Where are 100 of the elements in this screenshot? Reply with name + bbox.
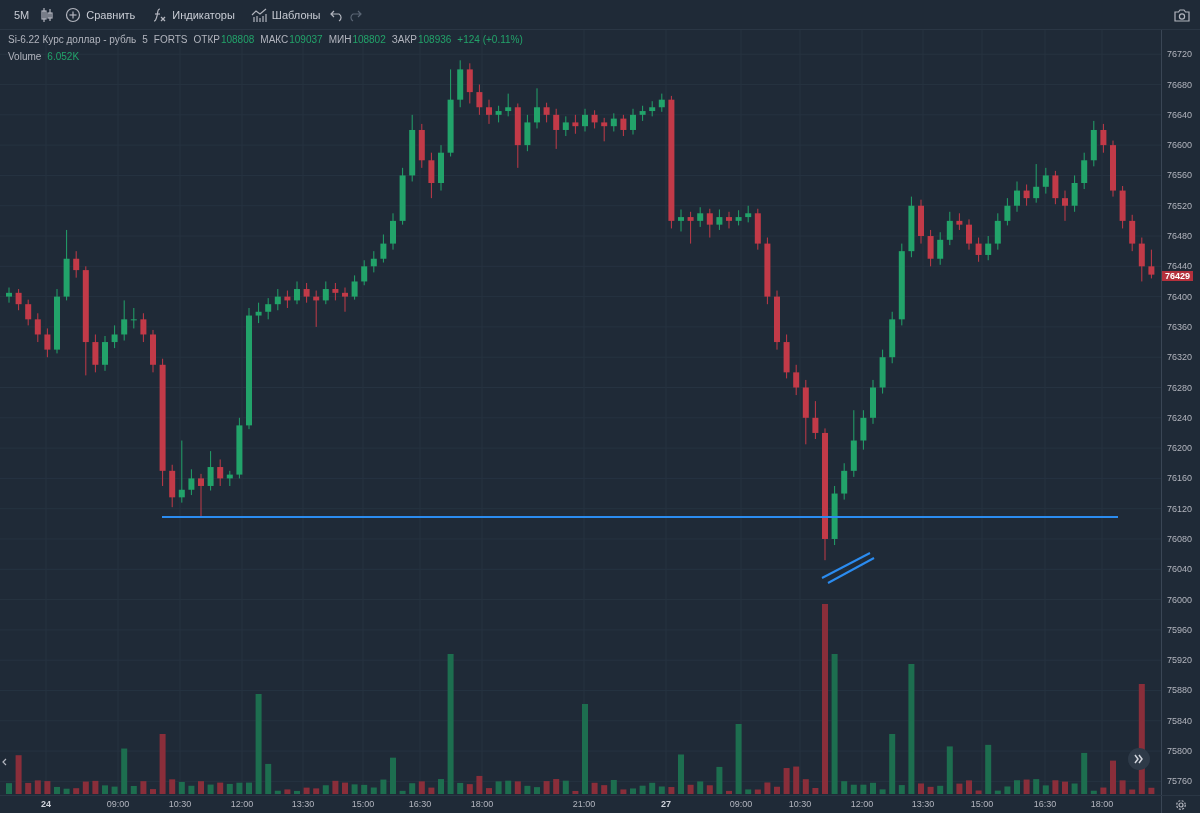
price-tick: 76160 <box>1167 473 1193 484</box>
candlestick <box>706 208 713 239</box>
exchange-label: FORTS <box>153 34 188 45</box>
settings-icon[interactable] <box>1175 798 1187 811</box>
candlestick <box>1014 180 1020 213</box>
double-chevron-right-icon <box>1134 754 1144 764</box>
compare-button[interactable]: Сравнить <box>59 3 142 26</box>
candlestick <box>726 211 732 229</box>
time-tick: 18:00 <box>1090 799 1114 809</box>
candlestick <box>217 458 224 487</box>
candlestick <box>44 327 51 358</box>
candlestick <box>255 302 262 324</box>
price-tick: 76040 <box>1167 564 1193 575</box>
candlestick <box>1100 123 1107 154</box>
candlestick <box>630 108 636 136</box>
last-price-badge: 76429 <box>1162 271 1194 282</box>
candlestick <box>1023 184 1030 207</box>
candlestick <box>380 234 387 264</box>
price-tick: 76080 <box>1167 534 1193 544</box>
chart-templates-icon <box>250 6 267 23</box>
candlestick <box>966 218 972 251</box>
candlestick-icon[interactable] <box>39 6 56 23</box>
candlestick <box>524 114 531 152</box>
candlestick <box>572 114 579 135</box>
candlestick <box>716 209 723 231</box>
candlestick <box>678 209 684 232</box>
candlestick <box>610 112 617 132</box>
parallel-lines-drawing[interactable] <box>821 552 875 584</box>
price-tick: 75880 <box>1167 685 1193 696</box>
price-tick: 75920 <box>1167 655 1193 666</box>
candlestick <box>946 211 953 246</box>
candlestick <box>1052 170 1059 205</box>
candlestick <box>927 229 934 267</box>
candlestick <box>207 450 214 492</box>
time-tick: 16:30 <box>1033 799 1057 809</box>
candlestick <box>111 324 118 349</box>
candlestick <box>34 312 41 343</box>
candlestick <box>562 115 569 137</box>
ohlc-value: 109037 <box>289 34 323 45</box>
time-tick: 13:30 <box>911 799 935 809</box>
time-tick: 09:00 <box>729 799 753 809</box>
ohlc-label: ЗАКР <box>391 34 417 45</box>
candlestick <box>543 102 550 123</box>
candlestick <box>1033 163 1040 204</box>
candlestick <box>466 62 473 104</box>
candlestick <box>1138 237 1145 282</box>
candlestick <box>130 307 137 329</box>
price-tick: 76280 <box>1167 382 1193 393</box>
price-tick: 76480 <box>1167 231 1193 241</box>
candlestick <box>1062 190 1068 222</box>
candlestick <box>553 108 560 150</box>
candlestick <box>620 114 627 137</box>
candlestick <box>793 364 800 396</box>
indicators-button[interactable]: Индикаторы <box>145 3 241 26</box>
function-icon <box>151 6 168 23</box>
candlestick <box>591 109 598 129</box>
candlestick <box>361 259 368 286</box>
candlestick <box>6 287 12 304</box>
candlestick <box>303 282 310 304</box>
candlestick <box>342 287 348 313</box>
scroll-right-button[interactable] <box>1128 748 1150 770</box>
ohlc-value: 108808 <box>220 34 255 45</box>
price-tick: 76640 <box>1167 109 1193 120</box>
camera-icon[interactable] <box>1174 7 1190 22</box>
ohlc-value: 108802 <box>352 34 386 45</box>
time-tick: 13:30 <box>291 799 315 809</box>
plus-circle-icon <box>65 6 82 23</box>
candlestick <box>505 93 512 117</box>
price-tick: 76560 <box>1167 170 1193 181</box>
price-tick: 75840 <box>1167 715 1193 726</box>
price-tick: 76680 <box>1167 79 1193 90</box>
interval-label: 5 <box>142 34 148 45</box>
candlestick <box>140 312 147 343</box>
candlestick <box>601 117 608 142</box>
candlestick <box>486 99 492 125</box>
ohlc-value: 108936 <box>417 34 452 45</box>
time-tick: 16:30 <box>408 799 432 809</box>
price-tick: 76720 <box>1167 49 1193 60</box>
time-tick: 12:00 <box>850 799 874 809</box>
candlestick <box>1071 174 1078 213</box>
interval-button[interactable]: 5M <box>8 5 36 24</box>
time-tick: 18:00 <box>470 799 494 809</box>
time-tick: 10:30 <box>168 799 192 809</box>
ohlc-label: МАКС <box>260 34 289 45</box>
ohlc-label: МИН <box>328 34 352 45</box>
candlestick <box>658 93 665 113</box>
price-tick: 76240 <box>1167 412 1193 423</box>
price-tick: 76360 <box>1167 321 1193 332</box>
candlestick <box>1148 249 1155 279</box>
candlestick <box>265 297 272 320</box>
price-tick: 76200 <box>1167 443 1193 454</box>
candlestick <box>841 462 848 501</box>
candlestick <box>102 335 108 372</box>
candlestick <box>294 280 300 305</box>
candlestick <box>582 108 588 132</box>
templates-button[interactable]: Шаблоны <box>244 3 327 26</box>
chevron-left-icon[interactable] <box>1 758 7 766</box>
ohlc-label: ОТКР <box>193 34 220 45</box>
time-tick: 24 <box>41 799 51 809</box>
candlestick <box>1129 214 1136 252</box>
